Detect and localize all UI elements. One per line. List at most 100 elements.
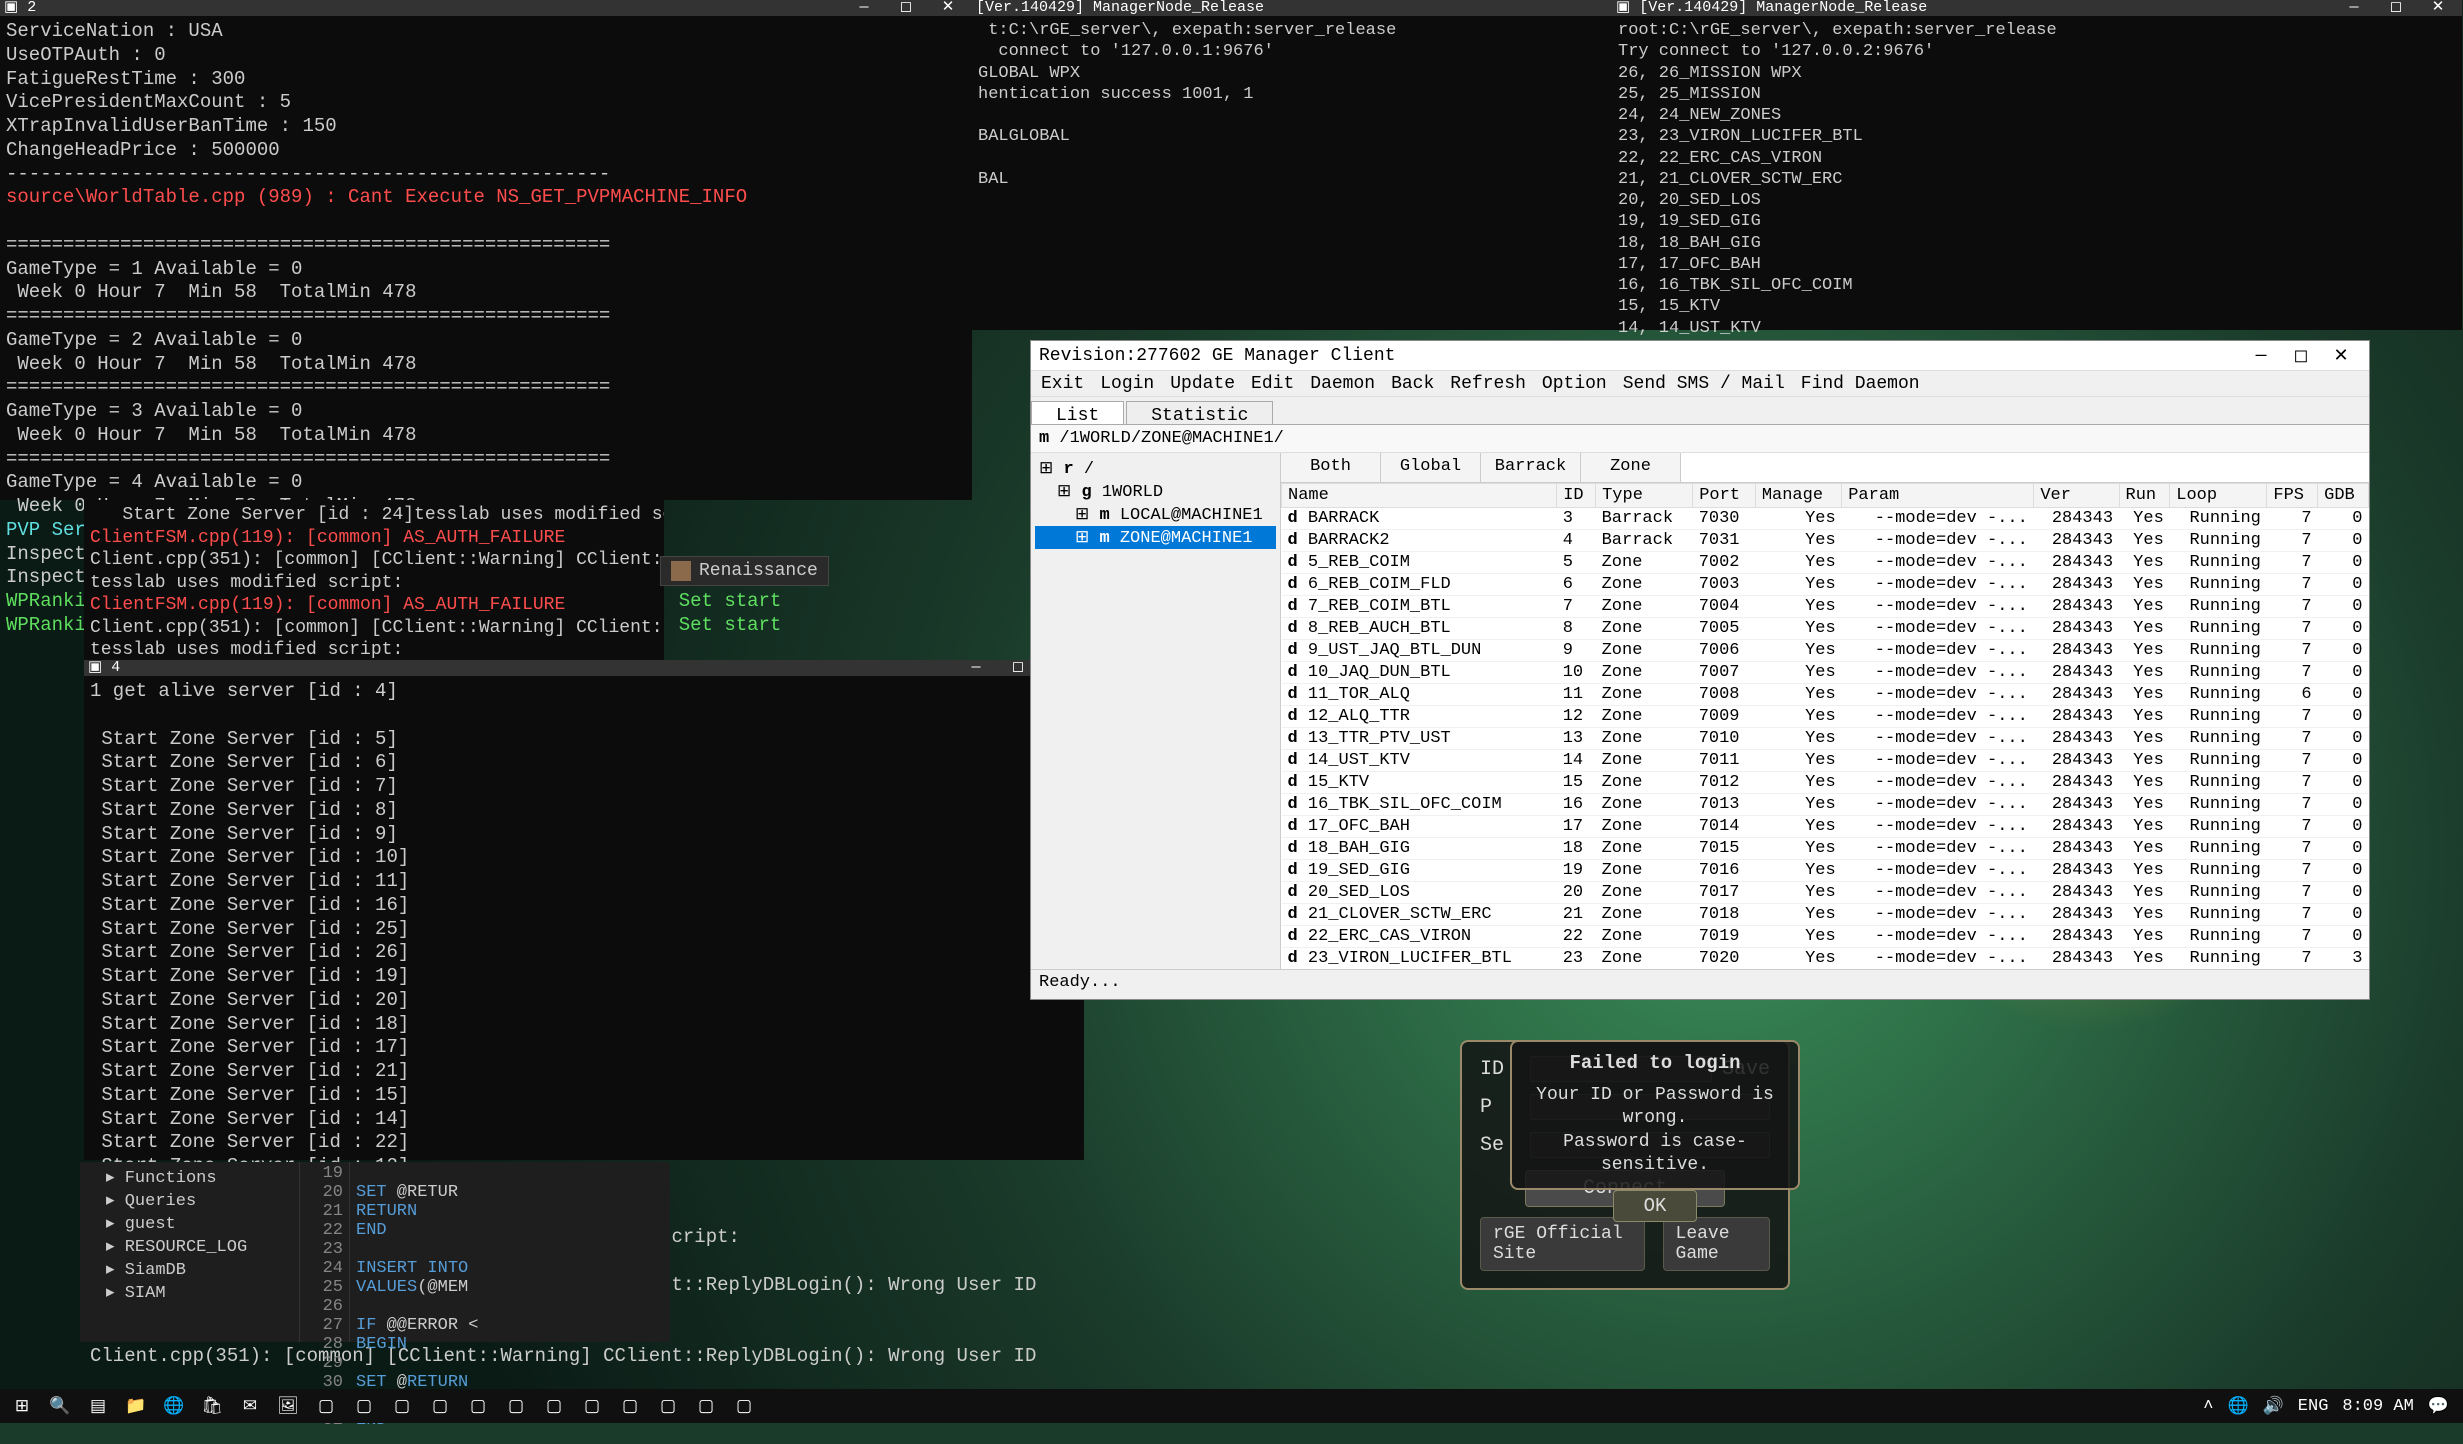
taskbar-app3-icon[interactable]: ▢ <box>384 1391 420 1421</box>
ide-explorer[interactable]: ▸ Functions▸ Queries▸ guest▸ RESOURCE_LO… <box>80 1162 300 1342</box>
ide-code[interactable]: SET @RETURRETURNEND INSERT INTOVALUES(@M… <box>350 1162 670 1342</box>
explorer-item[interactable]: ▸ Functions <box>88 1166 291 1189</box>
tree-node--[interactable]: ⊞ r / <box>1035 457 1276 480</box>
tray-chevron-icon[interactable]: ˄ <box>2203 1397 2213 1416</box>
manager-titlebar[interactable]: Revision:277602 GE Manager Client — ◻ ✕ <box>1031 341 2369 371</box>
table-row[interactable]: d 12_ALQ_TTR12Zone7009Yes--mode=dev -...… <box>1282 706 2369 728</box>
tray-network-icon[interactable]: 🌐 <box>2227 1396 2248 1417</box>
console4-titlebar[interactable]: ▣ 4 — ◻ ✕ <box>84 660 1084 676</box>
table-row[interactable]: d 20_SED_LOS20Zone7017Yes--mode=dev -...… <box>1282 882 2369 904</box>
col-param[interactable]: Param <box>1842 484 2034 508</box>
minimize-button[interactable]: — <box>844 0 884 17</box>
menu-login[interactable]: Login <box>1100 374 1154 394</box>
menu-update[interactable]: Update <box>1170 374 1235 394</box>
console2-body[interactable]: t:C:\rGE_server\, exepath:server_release… <box>972 16 1612 194</box>
taskbar-mail-icon[interactable]: ✉ <box>232 1391 268 1421</box>
taskbar-app1-icon[interactable]: ▢ <box>308 1391 344 1421</box>
ide-editor[interactable]: 1920212223242526272829303132 SET @RETURR… <box>300 1162 670 1342</box>
taskbar-store-icon[interactable]: 🛍 <box>194 1391 230 1421</box>
menu-refresh[interactable]: Refresh <box>1450 374 1526 394</box>
taskbar-app10-icon[interactable]: ▢ <box>650 1391 686 1421</box>
taskbar-edge-icon[interactable]: 🌐 <box>156 1391 192 1421</box>
explorer-item[interactable]: ▸ SIAM <box>88 1281 291 1304</box>
explorer-item[interactable]: ▸ guest <box>88 1212 291 1235</box>
col-manage[interactable]: Manage <box>1755 484 1841 508</box>
menu-edit[interactable]: Edit <box>1251 374 1294 394</box>
explorer-item[interactable]: ▸ SiamDB <box>88 1258 291 1281</box>
table-row[interactable]: d 8_REB_AUCH_BTL8Zone7005Yes--mode=dev -… <box>1282 618 2369 640</box>
viewbtn-global[interactable]: Global <box>1381 453 1481 482</box>
taskbar-app8-icon[interactable]: ▢ <box>574 1391 610 1421</box>
table-row[interactable]: d 16_TBK_SIL_OFC_COIM16Zone7013Yes--mode… <box>1282 794 2369 816</box>
minimize-button[interactable]: — <box>2241 341 2281 371</box>
error-ok-button[interactable]: OK <box>1613 1190 1698 1222</box>
taskbar-app11-icon[interactable]: ▢ <box>688 1391 724 1421</box>
tray-language[interactable]: ENG <box>2298 1397 2329 1416</box>
table-row[interactable]: d 7_REB_COIM_BTL7Zone7004Yes--mode=dev -… <box>1282 596 2369 618</box>
tray-volume-icon[interactable]: 🔊 <box>2263 1396 2284 1417</box>
viewbtn-barrack[interactable]: Barrack <box>1481 453 1581 482</box>
taskbar-app5-icon[interactable]: ▢ <box>460 1391 496 1421</box>
table-row[interactable]: d 22_ERC_CAS_VIRON22Zone7019Yes--mode=de… <box>1282 926 2369 948</box>
system-tray[interactable]: ˄ 🌐 🔊 ENG 8:09 AM 💬 <box>2193 1396 2459 1417</box>
viewbtn-zone[interactable]: Zone <box>1581 453 1681 482</box>
col-run[interactable]: Run <box>2119 484 2170 508</box>
tree-node-zone-machine1[interactable]: ⊞ m ZONE@MACHINE1 <box>1035 526 1276 549</box>
table-row[interactable]: d 14_UST_KTV14Zone7011Yes--mode=dev -...… <box>1282 750 2369 772</box>
explorer-item[interactable]: ▸ RESOURCE_LOG <box>88 1235 291 1258</box>
col-gdb[interactable]: GDB <box>2318 484 2369 508</box>
menu-daemon[interactable]: Daemon <box>1310 374 1375 394</box>
tray-clock[interactable]: 8:09 AM <box>2342 1397 2413 1416</box>
notification-toast[interactable]: Renaissance <box>660 556 829 586</box>
taskbar-app7-icon[interactable]: ▢ <box>536 1391 572 1421</box>
manager-grid[interactable]: NameIDTypePortManageParamVerRunLoopFPSGD… <box>1281 483 2369 969</box>
table-row[interactable]: d 21_CLOVER_SCTW_ERC21Zone7018Yes--mode=… <box>1282 904 2369 926</box>
explorer-item[interactable]: ▸ Queries <box>88 1189 291 1212</box>
console2-titlebar[interactable]: [Ver.140429] ManagerNode_Release <box>972 0 1612 16</box>
table-row[interactable]: d 13_TTR_PTV_UST13Zone7010Yes--mode=dev … <box>1282 728 2369 750</box>
table-row[interactable]: d 23_VIRON_LUCIFER_BTL23Zone7020Yes--mod… <box>1282 948 2369 970</box>
tab-list[interactable]: List <box>1031 401 1124 424</box>
menu-send-sms-mail[interactable]: Send SMS / Mail <box>1623 374 1785 394</box>
maximize-button[interactable]: ◻ <box>2281 341 2321 371</box>
taskbar-taskview-icon[interactable]: ▤ <box>80 1391 116 1421</box>
col-loop[interactable]: Loop <box>2170 484 2267 508</box>
viewbtn-both[interactable]: Both <box>1281 453 1381 482</box>
table-row[interactable]: d 15_KTV15Zone7012Yes--mode=dev -...2843… <box>1282 772 2369 794</box>
console3-titlebar[interactable]: ▣ [Ver.140429] ManagerNode_Release — ◻ ✕ <box>1612 0 2462 16</box>
col-id[interactable]: ID <box>1557 484 1596 508</box>
menu-back[interactable]: Back <box>1391 374 1434 394</box>
table-row[interactable]: d 6_REB_COIM_FLD6Zone7003Yes--mode=dev -… <box>1282 574 2369 596</box>
table-row[interactable]: d 10_JAQ_DUN_BTL10Zone7007Yes--mode=dev … <box>1282 662 2369 684</box>
col-type[interactable]: Type <box>1596 484 1693 508</box>
close-button[interactable]: ✕ <box>2321 341 2361 371</box>
minimize-button[interactable]: — <box>2334 0 2374 17</box>
taskbar-app6-icon[interactable]: ▢ <box>498 1391 534 1421</box>
console1-titlebar[interactable]: ▣ 2 — ◻ ✕ <box>0 0 972 16</box>
menu-option[interactable]: Option <box>1542 374 1607 394</box>
windows-taskbar[interactable]: ⊞🔍▤📁🌐🛍✉🖼▢▢▢▢▢▢▢▢▢▢▢▢ ˄ 🌐 🔊 ENG 8:09 AM 💬 <box>0 1389 2463 1423</box>
close-button[interactable]: ✕ <box>928 0 968 17</box>
col-fps[interactable]: FPS <box>2267 484 2318 508</box>
col-ver[interactable]: Ver <box>2034 484 2119 508</box>
taskbar-app9-icon[interactable]: ▢ <box>612 1391 648 1421</box>
taskbar-app4-icon[interactable]: ▢ <box>422 1391 458 1421</box>
taskbar-app2-icon[interactable]: ▢ <box>346 1391 382 1421</box>
tree-node-1world[interactable]: ⊞ g 1WORLD <box>1035 480 1276 503</box>
taskbar-start-icon[interactable]: ⊞ <box>4 1391 40 1421</box>
tab-statistic[interactable]: Statistic <box>1126 401 1273 424</box>
table-row[interactable]: d 18_BAH_GIG18Zone7015Yes--mode=dev -...… <box>1282 838 2369 860</box>
close-button[interactable]: ✕ <box>2418 0 2458 17</box>
tree-node-local-machine1[interactable]: ⊞ m LOCAL@MACHINE1 <box>1035 503 1276 526</box>
maximize-button[interactable]: ◻ <box>2376 0 2416 17</box>
col-name[interactable]: Name <box>1282 484 1557 508</box>
table-row[interactable]: d 17_OFC_BAH17Zone7014Yes--mode=dev -...… <box>1282 816 2369 838</box>
table-row[interactable]: d 19_SED_GIG19Zone7016Yes--mode=dev -...… <box>1282 860 2369 882</box>
maximize-button[interactable]: ◻ <box>886 0 926 17</box>
menu-find-daemon[interactable]: Find Daemon <box>1801 374 1920 394</box>
taskbar-photos-icon[interactable]: 🖼 <box>270 1391 306 1421</box>
table-row[interactable]: d 9_UST_JAQ_BTL_DUN9Zone7006Yes--mode=de… <box>1282 640 2369 662</box>
manager-tree[interactable]: ⊞ r /⊞ g 1WORLD⊞ m LOCAL@MACHINE1⊞ m ZON… <box>1031 453 1281 969</box>
minimize-button[interactable]: — <box>956 659 996 678</box>
table-row[interactable]: d BARRACK3Barrack7030Yes--mode=dev -...2… <box>1282 508 2369 530</box>
